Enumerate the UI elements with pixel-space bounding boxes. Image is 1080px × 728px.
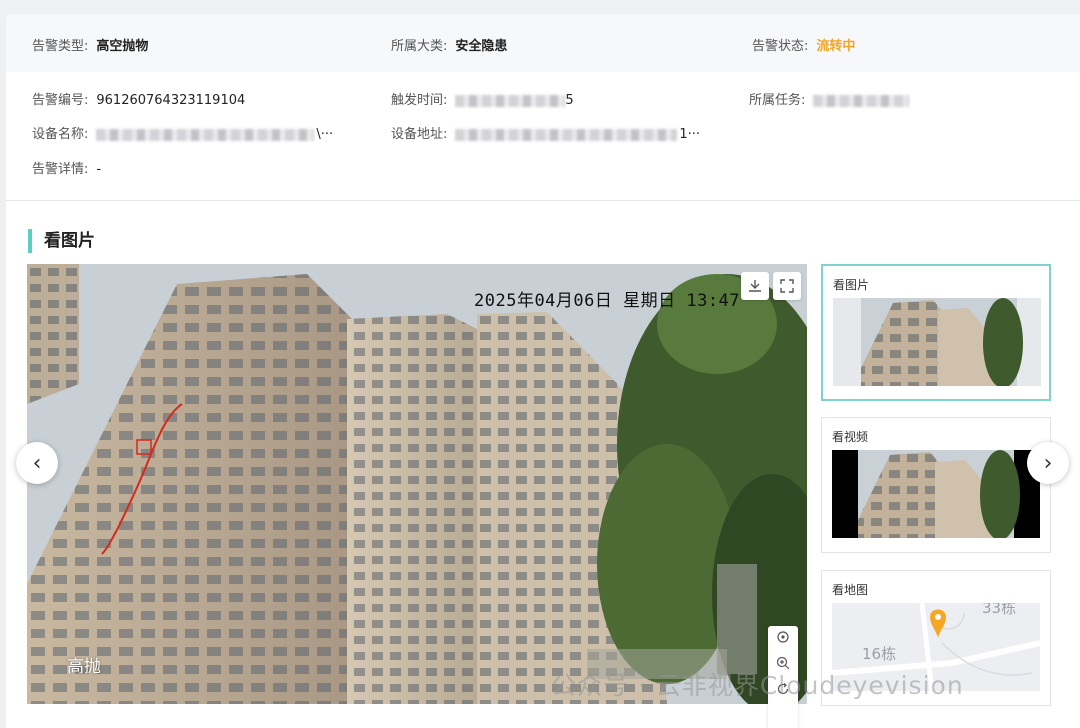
task-redacted [813,94,910,107]
trigger-time-label: 触发时间: [391,93,448,108]
alarm-no: 告警编号: 961260764323119104 [32,89,245,108]
alarm-status-value: 流转中 [816,39,856,54]
category: 所属大类: 安全隐患 [391,35,507,54]
device-name: 设备名称: \··· [32,123,333,142]
alarm-detail-value: - [96,162,102,177]
device-name-label: 设备名称: [32,127,89,142]
detection-label: 高抛 [67,657,101,677]
download-icon[interactable] [741,272,769,300]
next-arrow[interactable]: › [1027,442,1069,484]
alarm-detail: 告警详情: - [32,158,101,177]
alarm-detail-label: 告警详情: [32,162,89,177]
section-divider [6,200,1080,201]
thumb-video-label: 看视频 [832,430,869,444]
alarm-no-label: 告警编号: [32,93,89,108]
alarm-no-value: 961260764323119104 [96,93,246,108]
alarm-type-label: 告警类型: [32,39,89,54]
trigger-time: 触发时间: 5 [391,89,574,108]
alarm-type: 告警类型: 高空抛物 [32,35,148,54]
osd-timestamp: 2025年04月06日 星期日 13:47 [474,291,741,311]
watermark: 公众号 · 云非视界Cloudeyevision [551,671,964,700]
thumb-image-label: 看图片 [833,278,870,292]
thumb-image[interactable]: 看图片 [821,264,1051,401]
category-value: 安全隐患 [455,39,508,54]
alarm-type-value: 高空抛物 [96,39,149,54]
thumb-video-preview [832,450,1040,538]
alarm-snapshot-image [27,264,807,704]
fullscreen-icon[interactable] [773,272,801,300]
locate-icon[interactable] [768,628,798,652]
thumb-map-label: 看地图 [832,583,869,597]
alarm-status-label: 告警状态: [752,39,809,54]
map-building-label-16: 16栋 [862,645,897,663]
device-name-redacted [96,128,315,141]
device-address-tail: 1··· [679,127,701,142]
thumb-image-preview [833,298,1041,386]
device-address: 设备地址: 1··· [391,123,700,142]
category-label: 所属大类: [391,39,448,54]
map-building-label-33: 33栋 [982,603,1017,617]
trigger-time-tail: 5 [565,93,574,108]
thumb-video[interactable]: 看视频 [821,417,1051,553]
device-name-tail: \··· [316,127,334,142]
task-label: 所属任务: [749,93,806,108]
prev-arrow[interactable]: ‹ [16,442,58,484]
device-address-redacted [455,128,678,141]
alarm-detail-panel: 告警类型: 高空抛物 所属大类: 安全隐患 告警状态: 流转中 告警编号: 961260… [6,14,1080,728]
alarm-status: 告警状态: 流转中 [752,35,855,54]
image-viewer[interactable]: 2025年04月06日 星期日 13:47 高抛 [27,264,807,704]
task: 所属任务: [749,89,910,108]
device-address-label: 设备地址: [391,127,448,142]
section-title: 看图片 [28,229,95,253]
alarm-status-row: 告警类型: 高空抛物 所属大类: 安全隐患 告警状态: 流转中 [6,14,1080,72]
trigger-time-redacted [455,94,566,107]
